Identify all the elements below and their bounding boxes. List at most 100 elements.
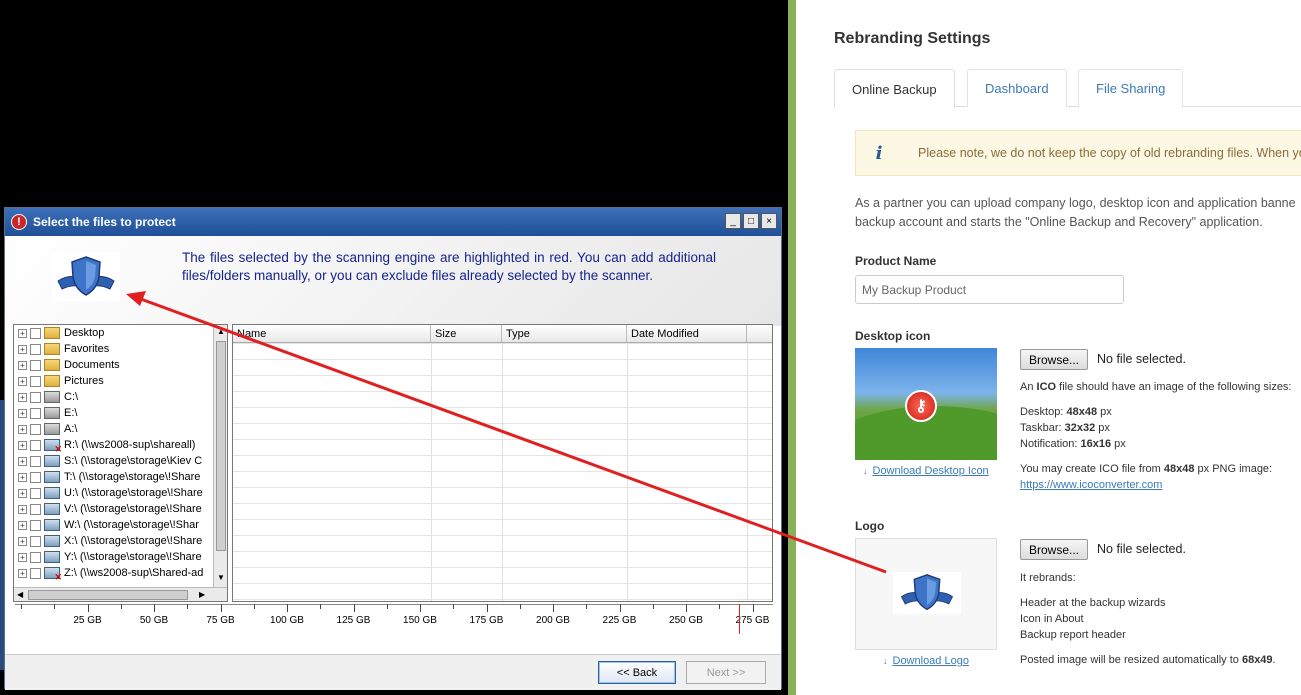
tree-checkbox[interactable]	[30, 551, 41, 563]
scroll-right-icon[interactable]: ▶	[199, 590, 205, 599]
tab-file-sharing[interactable]: File Sharing	[1078, 69, 1184, 107]
expand-icon[interactable]: +	[18, 552, 27, 562]
expand-icon[interactable]: +	[18, 536, 27, 546]
tree-item[interactable]: + T:\ (\\storage\storage\!Share	[14, 469, 227, 485]
tree-checkbox[interactable]	[30, 407, 41, 419]
expand-icon[interactable]: +	[18, 488, 27, 498]
ico-converter-link[interactable]: https://www.icoconverter.com	[1020, 479, 1162, 491]
column-type[interactable]: Type	[502, 325, 627, 342]
product-name-input[interactable]: My Backup Product	[855, 275, 1124, 304]
tree-checkbox[interactable]	[30, 375, 41, 387]
size-desktop-value: 48x48	[1066, 406, 1098, 418]
logo-browse-button[interactable]: Browse...	[1020, 539, 1089, 560]
expand-icon[interactable]: +	[18, 504, 27, 514]
scroll-down-icon[interactable]: ▼	[217, 573, 225, 582]
tree-checkbox[interactable]	[30, 327, 41, 339]
network-drive-icon	[44, 455, 60, 467]
expand-icon[interactable]: +	[18, 344, 27, 354]
tree-checkbox[interactable]	[30, 423, 41, 435]
tree-checkbox[interactable]	[30, 359, 41, 371]
ruler-tick	[553, 604, 554, 612]
tree-checkbox[interactable]	[30, 391, 41, 403]
logo-file-status: No file selected.	[1097, 542, 1186, 556]
scroll-thumb[interactable]	[216, 341, 226, 551]
panel-divider	[788, 0, 796, 695]
expand-icon[interactable]: +	[18, 408, 27, 418]
expand-icon[interactable]: +	[18, 392, 27, 402]
close-button[interactable]: ×	[761, 213, 777, 229]
column-size[interactable]: Size	[431, 325, 502, 342]
download-desktop-icon-link[interactable]: ↓ Download Desktop Icon	[863, 465, 989, 477]
tree-item[interactable]: + E:\	[14, 405, 227, 421]
dialog-footer: << Back Next >>	[5, 654, 781, 690]
column-name[interactable]: Name	[233, 325, 431, 342]
next-button[interactable]: Next >>	[686, 661, 766, 684]
expand-icon[interactable]: +	[18, 424, 27, 434]
tree-checkbox[interactable]	[30, 439, 41, 451]
scroll-left-icon[interactable]: ◀	[17, 590, 23, 599]
expand-icon[interactable]: +	[18, 328, 27, 338]
tab-online-backup[interactable]: Online Backup	[834, 69, 955, 108]
hscroll-thumb[interactable]	[28, 590, 188, 600]
tree-checkbox[interactable]	[30, 519, 41, 531]
tree-checkbox[interactable]	[30, 567, 41, 579]
dialog-header: The files selected by the scanning engin…	[5, 236, 781, 326]
tree-item[interactable]: + C:\	[14, 389, 227, 405]
dialog-titlebar[interactable]: ! Select the files to protect _ □ ×	[5, 208, 781, 236]
tree-item[interactable]: + Desktop	[14, 325, 227, 341]
tree-item[interactable]: + S:\ (\\storage\storage\Kiev C	[14, 453, 227, 469]
tree-item[interactable]: + U:\ (\\storage\storage\!Share	[14, 485, 227, 501]
tree-checkbox[interactable]	[30, 503, 41, 515]
tab-dashboard[interactable]: Dashboard	[967, 69, 1067, 107]
network-drive-icon	[44, 471, 60, 483]
expand-icon[interactable]: +	[18, 472, 27, 482]
expand-icon[interactable]: +	[18, 440, 27, 450]
network-drive-icon	[44, 503, 60, 515]
ruler-label: 250 GB	[669, 615, 703, 626]
disconnected-network-drive-icon	[44, 567, 62, 583]
ruler-line	[15, 604, 773, 605]
ruler-label: 200 GB	[536, 615, 570, 626]
expand-icon[interactable]: +	[18, 376, 27, 386]
tree-item[interactable]: + Y:\ (\\storage\storage\!Share	[14, 549, 227, 565]
file-list[interactable]: Name Size Type Date Modified	[232, 324, 773, 602]
expand-icon[interactable]: +	[18, 456, 27, 466]
tree-item[interactable]: + Pictures	[14, 373, 227, 389]
tree-checkbox[interactable]	[30, 535, 41, 547]
tree-item[interactable]: + W:\ (\\storage\storage\!Shar	[14, 517, 227, 533]
ruler-tick	[54, 604, 56, 609]
tree-item[interactable]: + X:\ (\\storage\storage\!Share	[14, 533, 227, 549]
download-logo-link[interactable]: ↓ Download Logo	[883, 655, 969, 667]
ico-info-prefix: An	[1020, 381, 1037, 393]
tree-vertical-scrollbar[interactable]: ▲ ▼	[213, 325, 227, 587]
maximize-button[interactable]: □	[743, 213, 759, 229]
tree-checkbox[interactable]	[30, 487, 41, 499]
logo-label: Logo	[855, 519, 885, 533]
desktop-icon-browse-button[interactable]: Browse...	[1020, 349, 1089, 370]
expand-icon[interactable]: +	[18, 360, 27, 370]
grid-line	[747, 343, 748, 601]
size-ruler: 25 GB 50 GB 75 GB 100 GB 125 GB 150 GB 175 GB 2…	[15, 604, 773, 634]
it-rebrands: It rebrands:	[1020, 572, 1076, 584]
minimize-button[interactable]: _	[725, 213, 741, 229]
expand-icon[interactable]: +	[18, 520, 27, 530]
tree-checkbox[interactable]	[30, 471, 41, 483]
tree-item[interactable]: + R:\ (\\ws2008-sup\shareall)	[14, 437, 227, 455]
description: As a partner you can upload company logo…	[855, 194, 1301, 232]
folder-tree[interactable]: + Desktop + Favorites + Documents + Pictures + C:…	[13, 324, 228, 602]
column-date-modified[interactable]: Date Modified	[627, 325, 747, 342]
tree-item[interactable]: + V:\ (\\storage\storage\!Share	[14, 501, 227, 517]
expand-icon[interactable]: +	[18, 568, 27, 578]
tree-checkbox[interactable]	[30, 343, 41, 355]
description-line: backup account and starts the "Online Ba…	[855, 215, 1263, 229]
tree-item[interactable]: + A:\	[14, 421, 227, 437]
scroll-up-icon[interactable]: ▲	[217, 327, 225, 336]
back-button[interactable]: << Back	[598, 661, 676, 684]
info-alert: i Please note, we do not keep the copy o…	[855, 130, 1301, 176]
tree-item[interactable]: + Z:\ (\\ws2008-sup\Shared-ad	[14, 565, 227, 583]
size-taskbar: Taskbar: 32x32 px	[1020, 422, 1110, 434]
tree-item[interactable]: + Documents	[14, 357, 227, 373]
tree-checkbox[interactable]	[30, 455, 41, 467]
tree-item[interactable]: + Favorites	[14, 341, 227, 357]
tree-horizontal-scrollbar[interactable]: ◀ ▶	[14, 587, 227, 601]
